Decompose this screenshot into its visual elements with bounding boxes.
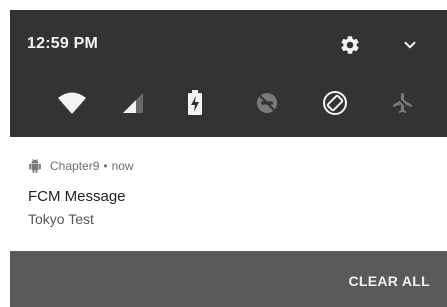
notification-time: now (111, 159, 134, 173)
status-time: 12:59 PM (27, 35, 98, 52)
notification-app-name: Chapter9 (50, 159, 100, 173)
notification-text: Tokyo Test (28, 211, 94, 227)
airplane-icon (393, 93, 413, 113)
rotate-icon (323, 91, 347, 115)
quick-settings-row (10, 83, 447, 123)
chevron-down-icon (404, 41, 416, 49)
notification-separator: • (103, 159, 108, 173)
notification-shade: 12:59 PM Chapter9 • now FCM Message Toky… (0, 0, 447, 307)
expand-button[interactable] (395, 30, 425, 60)
quick-setting-auto-rotate[interactable] (315, 83, 355, 123)
quick-setting-battery[interactable] (175, 83, 215, 123)
signal-icon (123, 93, 143, 113)
quick-setting-airplane-mode[interactable] (383, 83, 423, 123)
clear-all-button[interactable]: CLEAR ALL (348, 273, 430, 289)
gear-icon (341, 36, 359, 54)
notification-footer: CLEAR ALL (10, 251, 447, 307)
settings-button[interactable] (335, 30, 365, 60)
quick-settings-header: 12:59 PM (10, 10, 447, 137)
battery-charging-icon (188, 90, 202, 115)
quick-setting-do-not-disturb[interactable] (247, 83, 287, 123)
dnd-off-icon (257, 93, 277, 113)
notification-header: Chapter9 • now (28, 159, 134, 173)
notification-card[interactable]: Chapter9 • now FCM Message Tokyo Test (10, 137, 447, 252)
quick-setting-cellular[interactable] (113, 83, 153, 123)
notification-title: FCM Message (28, 188, 126, 205)
wifi-icon (58, 92, 86, 114)
quick-setting-wifi[interactable] (52, 83, 92, 123)
android-icon (29, 159, 41, 173)
